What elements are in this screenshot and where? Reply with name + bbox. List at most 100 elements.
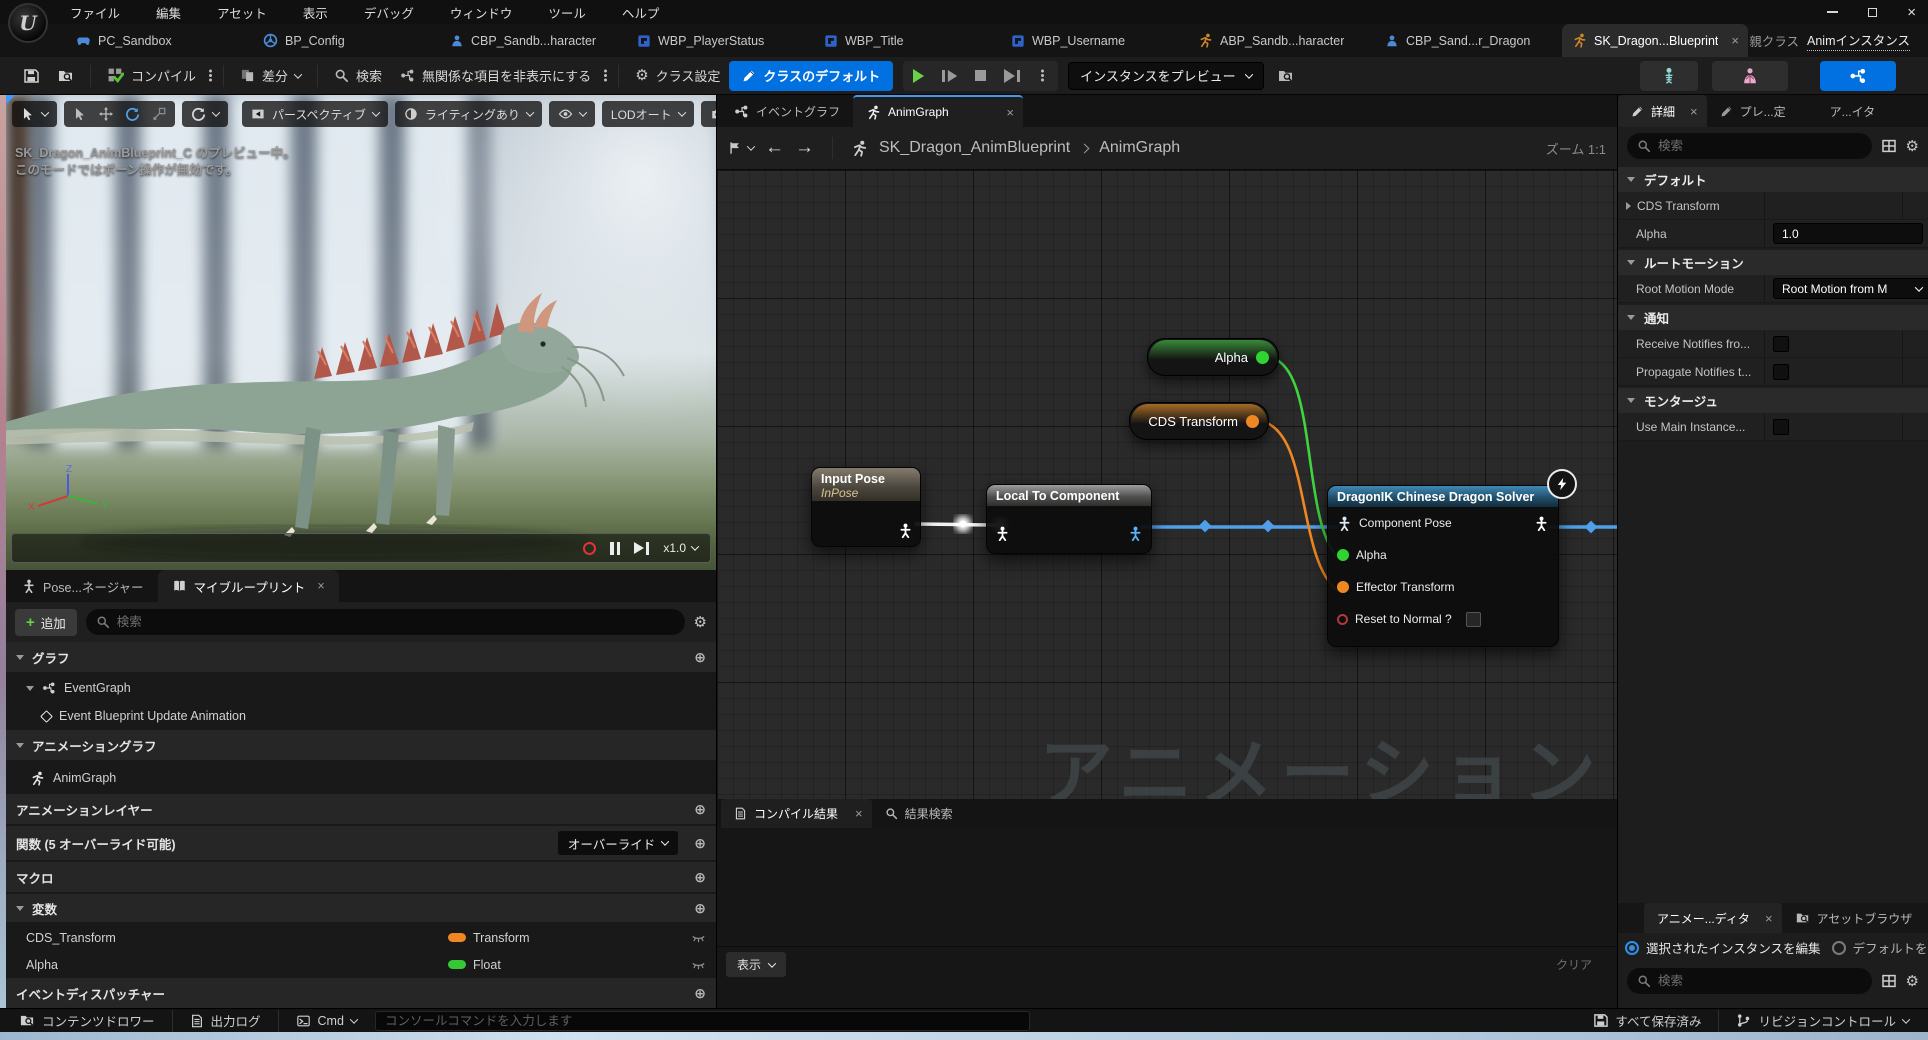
tab-wbp-username[interactable]: WBP_Username <box>1001 24 1188 57</box>
eye-closed-icon[interactable] <box>691 958 706 972</box>
breadcrumb-root[interactable]: SK_Dragon_AnimBlueprint <box>879 139 1070 157</box>
tab-pose-watch-manager[interactable]: Pose...ネージャー <box>8 570 158 602</box>
section-functions[interactable]: 関数 (5 オーバーライド可能)オーバーライド⊕ <box>6 826 716 860</box>
record-icon[interactable] <box>583 542 596 555</box>
lighting-dropdown[interactable]: ライティングあり <box>395 101 542 127</box>
forward-arrow-icon[interactable]: → <box>795 137 814 159</box>
pose-output-pin[interactable] <box>1534 516 1549 531</box>
close-icon[interactable]: × <box>1765 911 1773 926</box>
section-animation-graphs[interactable]: アニメーショングラフ <box>6 730 716 760</box>
property-row-cds-transform[interactable]: CDS Transform <box>1618 192 1928 220</box>
grid-view-icon[interactable] <box>1881 138 1897 154</box>
receive-notifies-checkbox[interactable] <box>1773 336 1789 352</box>
gear-icon[interactable]: ⚙ <box>1906 139 1919 154</box>
tab-eventgraph[interactable]: イベントグラフ <box>721 95 853 127</box>
section-notifies[interactable]: 通知 <box>1618 305 1928 330</box>
compile-options-kebab-icon[interactable] <box>209 74 212 77</box>
perspective-dropdown[interactable]: パースペクティブ <box>242 101 388 127</box>
transform-output-pin[interactable] <box>1246 415 1259 428</box>
stop-button[interactable] <box>965 61 996 91</box>
alpha-value-input[interactable]: 1.0 <box>1773 223 1923 244</box>
close-icon[interactable]: × <box>1907 4 1916 21</box>
tab-cbp-sandbox-character[interactable]: CBP_Sandb...haracter <box>440 24 627 57</box>
collapse-arrow-icon[interactable] <box>26 686 34 691</box>
add-button[interactable]: +追加 <box>15 609 77 636</box>
grid-view-icon[interactable] <box>1881 973 1897 989</box>
menu-file[interactable]: ファイル <box>70 3 120 22</box>
select-tool-icon[interactable] <box>73 107 87 121</box>
float-output-pin[interactable] <box>1256 351 1269 364</box>
tab-cbp-sandbox-dragon[interactable]: CBP_Sand...r_Dragon <box>1375 24 1562 57</box>
save-status-button[interactable]: すべて保存済み <box>1583 1009 1711 1033</box>
details-search[interactable] <box>1627 133 1872 159</box>
tab-bp-config[interactable]: BP_Config <box>253 24 440 57</box>
tab-abp-sandbox-character[interactable]: ABP_Sandb...haracter <box>1188 24 1375 57</box>
tab-wbp-playerstatus[interactable]: WBP_PlayerStatus <box>627 24 814 57</box>
menu-help[interactable]: ヘルプ <box>622 3 660 22</box>
property-row-use-main-instance[interactable]: Use Main Instance... <box>1618 413 1928 441</box>
revision-control-button[interactable]: リビジョンコントロール <box>1726 1009 1919 1033</box>
hide-unrelated-kebab-icon[interactable] <box>604 74 607 77</box>
close-icon[interactable]: × <box>855 806 863 821</box>
variable-row-alpha[interactable]: Alpha Float <box>6 951 716 978</box>
pause-icon[interactable] <box>610 542 620 555</box>
class-defaults-button[interactable]: クラスのデフォルト <box>729 61 893 91</box>
menu-debug[interactable]: デバッグ <box>364 3 414 22</box>
play-button[interactable] <box>903 61 934 91</box>
step-forward-icon[interactable] <box>634 542 649 555</box>
pose-output-pin[interactable] <box>898 523 913 538</box>
maximize-icon[interactable] <box>1868 8 1877 17</box>
tab-preview-settings[interactable]: プレ...定 <box>1707 95 1799 127</box>
radio-edit-defaults[interactable] <box>1832 941 1846 955</box>
my-blueprint-search[interactable] <box>86 609 685 635</box>
collapse-arrow-icon[interactable] <box>16 906 24 911</box>
list-item-event-update[interactable]: Event Blueprint Update Animation <box>6 702 716 730</box>
close-icon[interactable]: × <box>1006 105 1014 120</box>
viewport-cursor-dropdown[interactable] <box>12 101 57 127</box>
root-motion-dropdown[interactable]: Root Motion from M <box>1773 278 1928 299</box>
clear-button[interactable]: クリア <box>1540 952 1608 977</box>
transform-input-pin[interactable] <box>1337 581 1349 593</box>
menu-asset[interactable]: アセット <box>217 3 267 22</box>
class-settings-button[interactable]: ⚙クラス設定 <box>626 61 729 91</box>
list-item-animgraph[interactable]: AnimGraph <box>6 762 716 794</box>
compile-button[interactable]: コンパイル <box>98 61 205 91</box>
tab-asset-details[interactable]: ア...イタ <box>1817 95 1889 127</box>
add-dispatcher-icon[interactable]: ⊕ <box>694 986 706 1000</box>
tab-pc-sandbox[interactable]: PC_Sandbox <box>66 24 253 57</box>
section-animation-layers[interactable]: アニメーションレイヤー⊕ <box>6 794 716 824</box>
eye-closed-icon[interactable] <box>691 931 706 945</box>
menu-view[interactable]: 表示 <box>303 3 328 22</box>
add-function-icon[interactable]: ⊕ <box>694 835 706 852</box>
save-button[interactable] <box>14 61 48 91</box>
find-button[interactable]: 検索 <box>325 61 391 91</box>
section-root-motion[interactable]: ルートモーション <box>1618 250 1928 275</box>
search-input[interactable] <box>117 615 675 629</box>
section-macros[interactable]: マクロ⊕ <box>6 862 716 892</box>
output-log-button[interactable]: 出力ログ <box>180 1009 271 1033</box>
use-main-instance-checkbox[interactable] <box>1773 419 1789 435</box>
bool-input-pin[interactable] <box>1337 614 1348 625</box>
add-macro-icon[interactable]: ⊕ <box>694 870 706 884</box>
pin-row-effector-transform[interactable]: Effector Transform <box>1328 571 1558 603</box>
tab-find-results[interactable]: 結果検索 <box>872 799 966 828</box>
list-item-eventgraph[interactable]: EventGraph <box>6 674 716 702</box>
skip-button[interactable] <box>996 61 1027 91</box>
find-in-blueprint-button[interactable] <box>48 61 83 91</box>
gear-icon[interactable]: ⚙ <box>694 615 707 630</box>
component-pose-output-pin[interactable] <box>1128 526 1143 541</box>
show-filter-dropdown[interactable]: 表示 <box>726 952 786 977</box>
tab-details[interactable]: 詳細× <box>1618 95 1707 127</box>
close-icon[interactable]: × <box>1690 104 1698 119</box>
console-command-field[interactable] <box>375 1011 1030 1031</box>
pin-row-alpha[interactable]: Alpha <box>1328 539 1558 571</box>
show-flags-dropdown[interactable] <box>549 101 595 127</box>
radio-edit-selected[interactable] <box>1625 941 1639 955</box>
bookmark-dropdown[interactable] <box>728 141 754 155</box>
override-dropdown[interactable]: オーバーライド <box>558 831 678 855</box>
pose-input-pin[interactable] <box>995 526 1010 541</box>
menu-edit[interactable]: 編集 <box>156 3 181 22</box>
tab-wbp-title[interactable]: WBP_Title <box>814 24 1001 57</box>
reset-checkbox[interactable] <box>1466 612 1481 627</box>
node-local-to-component[interactable]: Local To Component <box>986 484 1152 554</box>
